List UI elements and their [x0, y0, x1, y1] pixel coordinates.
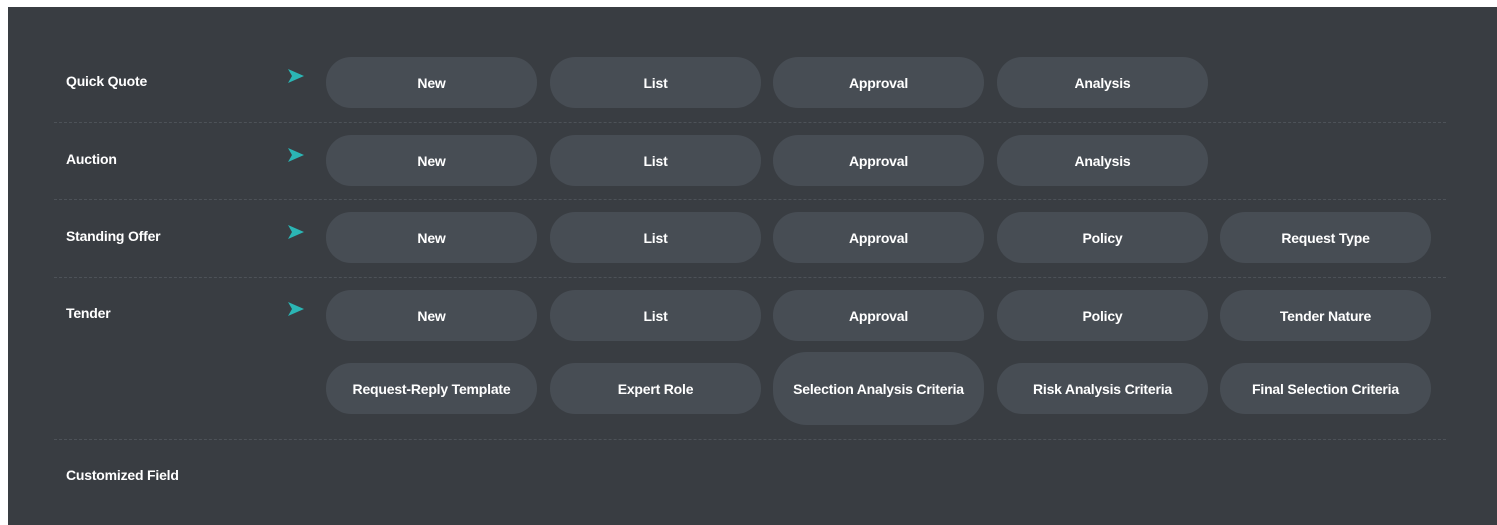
quick-quote-analysis-button[interactable]: Analysis	[997, 57, 1208, 108]
standing-offer-approval-button[interactable]: Approval	[773, 212, 984, 263]
section-label: Auction	[66, 151, 117, 167]
quick-quote-list-button[interactable]: List	[550, 57, 761, 108]
section-standing-offer: Standing Offer New List Approval Policy …	[54, 200, 1446, 278]
section-quick-quote: Quick Quote New List Approval Analysis	[54, 7, 1446, 123]
tender-policy-button[interactable]: Policy	[997, 290, 1208, 341]
chevron-right-icon	[288, 225, 304, 239]
tender-risk-analysis-criteria-button[interactable]: Risk Analysis Criteria	[997, 363, 1208, 414]
chevron-right-icon	[288, 69, 304, 83]
tender-approval-button[interactable]: Approval	[773, 290, 984, 341]
tender-expert-role-button[interactable]: Expert Role	[550, 363, 761, 414]
section-auction: Auction New List Approval Analysis	[54, 123, 1446, 200]
section-label: Quick Quote	[66, 73, 148, 89]
tender-final-selection-criteria-button[interactable]: Final Selection Criteria	[1220, 363, 1431, 414]
menu-panel: Quick Quote New List Approval Analysis A…	[8, 7, 1497, 525]
standing-offer-new-button[interactable]: New	[326, 212, 537, 263]
quick-quote-approval-button[interactable]: Approval	[773, 57, 984, 108]
section-customized-field: Customized Field	[54, 440, 1446, 520]
auction-analysis-button[interactable]: Analysis	[997, 135, 1208, 186]
section-label: Tender	[66, 305, 111, 321]
auction-approval-button[interactable]: Approval	[773, 135, 984, 186]
standing-offer-list-button[interactable]: List	[550, 212, 761, 263]
section-label[interactable]: Customized Field	[66, 467, 179, 483]
quick-quote-new-button[interactable]: New	[326, 57, 537, 108]
standing-offer-policy-button[interactable]: Policy	[997, 212, 1208, 263]
tender-request-reply-template-button[interactable]: Request-Reply Template	[326, 363, 537, 414]
auction-list-button[interactable]: List	[550, 135, 761, 186]
chevron-right-icon	[288, 302, 304, 316]
tender-selection-analysis-criteria-button[interactable]: Selection Analysis Criteria	[773, 352, 984, 425]
tender-list-button[interactable]: List	[550, 290, 761, 341]
section-tender: Tender New List Approval Policy Tender N…	[54, 278, 1446, 440]
auction-new-button[interactable]: New	[326, 135, 537, 186]
standing-offer-request-type-button[interactable]: Request Type	[1220, 212, 1431, 263]
tender-nature-button[interactable]: Tender Nature	[1220, 290, 1431, 341]
chevron-right-icon	[288, 148, 304, 162]
tender-new-button[interactable]: New	[326, 290, 537, 341]
section-label: Standing Offer	[66, 228, 161, 244]
